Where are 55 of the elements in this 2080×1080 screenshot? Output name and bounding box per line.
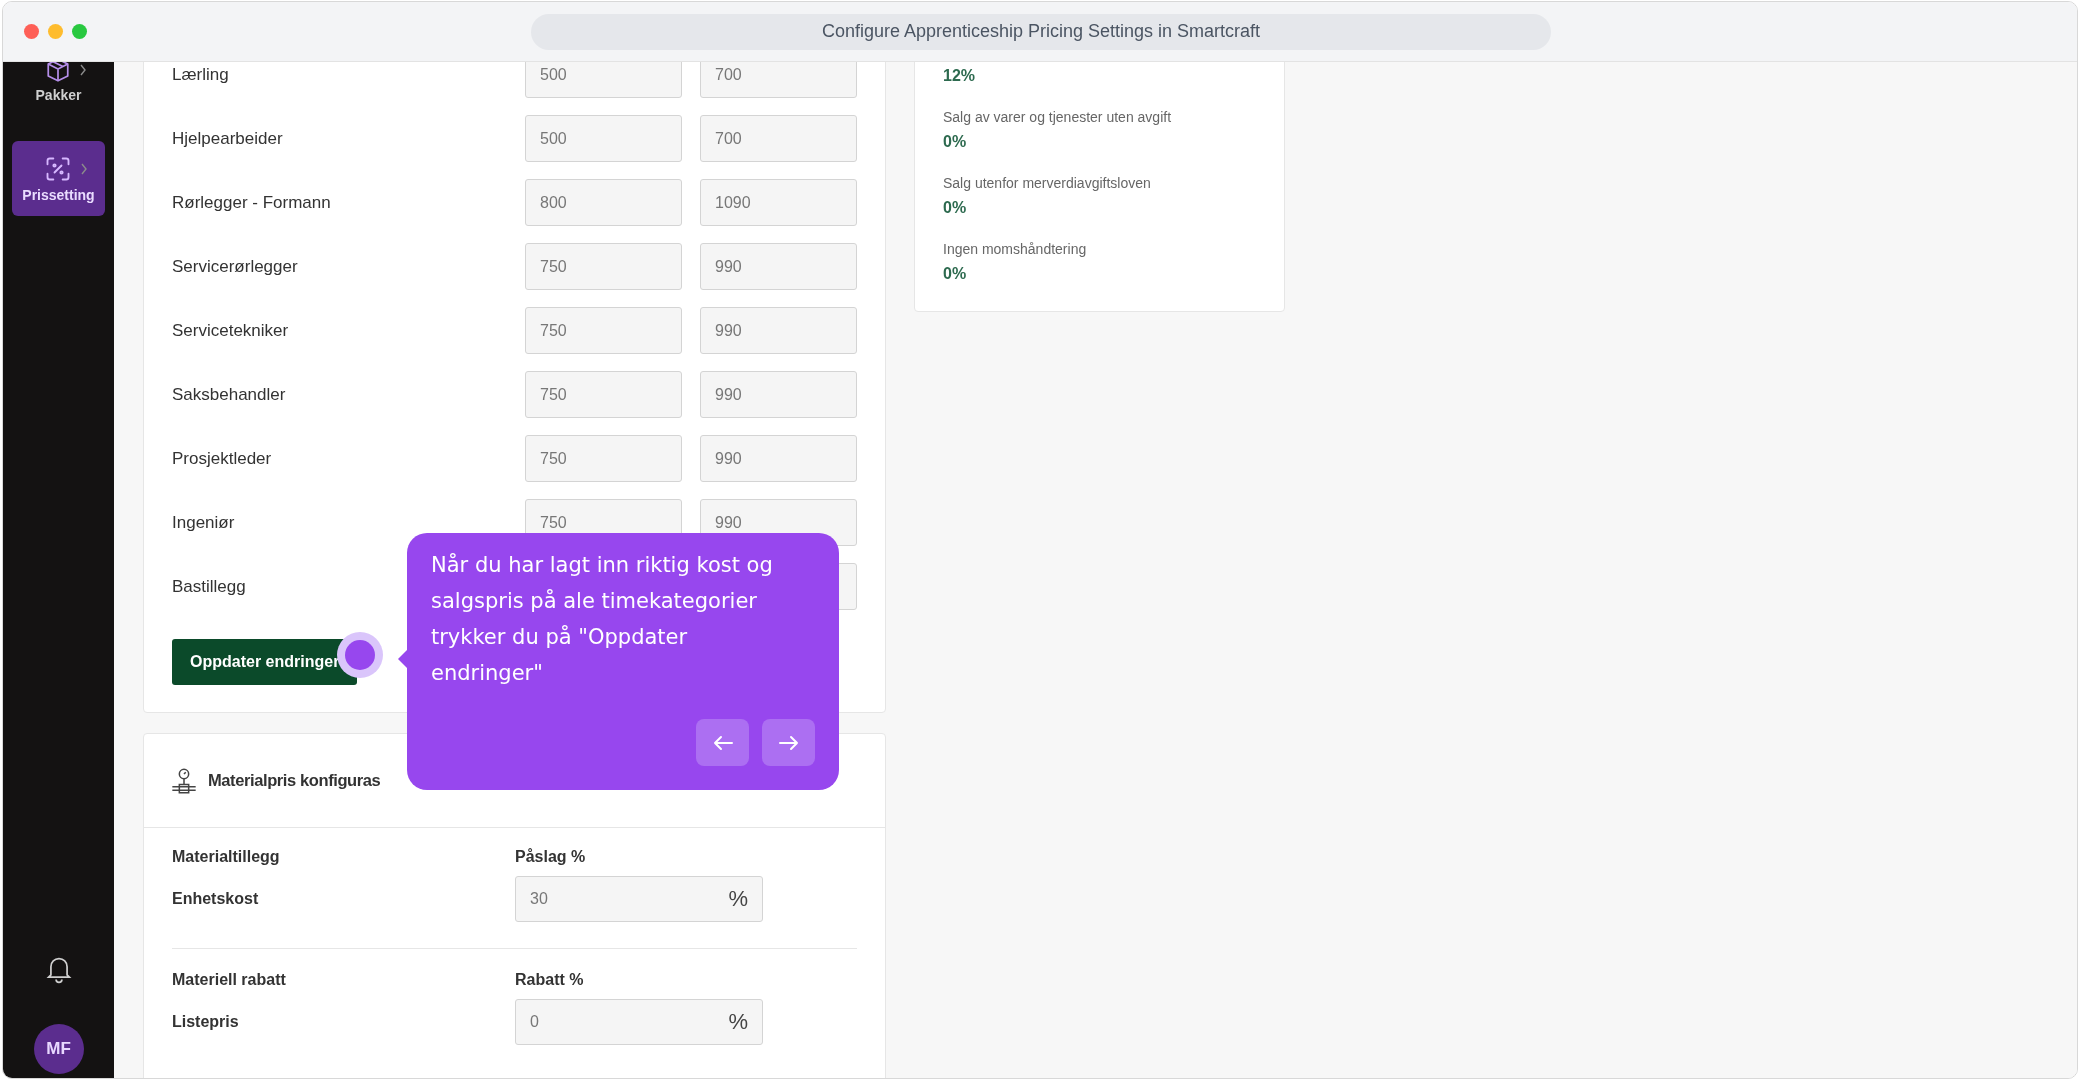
- input-field[interactable]: 0 %: [515, 999, 763, 1045]
- field-label: Rabatt %: [515, 971, 585, 989]
- close-window-button[interactable]: [24, 24, 39, 39]
- rate-label: Ingeniør: [172, 512, 236, 533]
- update-button[interactable]: Oppdater endringer: [172, 639, 358, 685]
- vat-value: 0%: [943, 199, 968, 217]
- rate-label: Hjelpearbeider: [172, 128, 284, 149]
- input-field[interactable]: 990: [700, 435, 857, 482]
- input-field[interactable]: 990: [700, 243, 857, 290]
- arrow-left-icon: [712, 734, 733, 751]
- input-field[interactable]: 750: [525, 307, 682, 354]
- window-title: Configure Apprenticeship Pricing Settings in Smartcraft: [531, 13, 1551, 50]
- sidebar-item[interactable]: Prissetting: [12, 141, 105, 216]
- vat-label: Salg utenfor merverdiavgiftsloven: [943, 175, 1152, 191]
- rate-label: Servicerørlegger: [172, 256, 299, 277]
- input-field[interactable]: 500: [525, 62, 682, 98]
- next-button[interactable]: [762, 719, 815, 766]
- input-field[interactable]: 30 %: [515, 876, 763, 922]
- tooltip-text: Når du har lagt inn riktig kost og salgspris på ale timekategorier trykker du på "Oppdater endringer": [431, 552, 774, 687]
- input-field[interactable]: 750: [525, 371, 682, 418]
- maximize-window-button[interactable]: [72, 24, 87, 39]
- rate-label: Prosjektleder: [172, 448, 273, 469]
- rate-label: Lærling: [172, 64, 230, 85]
- gauge-pipe-icon: [170, 766, 198, 795]
- input-field[interactable]: 990: [700, 307, 857, 354]
- input-field[interactable]: 800: [525, 179, 682, 226]
- arrow-right-icon: [778, 734, 799, 751]
- chevron-right-icon: [79, 162, 88, 175]
- rate-label: Saksbehandler: [172, 384, 287, 405]
- section-heading: Materialtillegg: [172, 848, 281, 866]
- input-field[interactable]: 750: [525, 243, 682, 290]
- user-avatar[interactable]: MF: [33, 1024, 84, 1074]
- section-title: Materialpris konfiguras: [208, 771, 381, 790]
- input-field[interactable]: 750: [525, 435, 682, 482]
- vat-label: Ingen momshåndtering: [943, 241, 1088, 257]
- vat-value: 0%: [943, 265, 968, 283]
- chevron-right-icon: [78, 63, 87, 76]
- box-icon: [44, 62, 71, 83]
- input-field[interactable]: 500: [525, 115, 682, 162]
- section-heading: Materiell rabatt: [172, 971, 287, 989]
- sidebar-item[interactable]: Pakker: [12, 62, 105, 117]
- rate-label: Servicetekniker: [172, 320, 290, 341]
- vat-label: Salg av varer og tjenester uten avgift: [943, 109, 1173, 125]
- input-field[interactable]: 1090: [700, 179, 857, 226]
- input-field[interactable]: 990: [700, 371, 857, 418]
- rate-label: Rørlegger - Formann: [172, 192, 332, 213]
- vat-value: 0%: [943, 133, 968, 151]
- input-field[interactable]: 700: [700, 62, 857, 98]
- field-label: Påslag %: [515, 848, 587, 866]
- input-field[interactable]: 700: [700, 115, 857, 162]
- rate-label: Bastillegg: [172, 576, 247, 597]
- previous-button[interactable]: [696, 719, 749, 766]
- row-label: Enhetskost: [172, 890, 260, 908]
- row-label: Listepris: [172, 1013, 240, 1031]
- vat-value: 12%: [943, 67, 977, 85]
